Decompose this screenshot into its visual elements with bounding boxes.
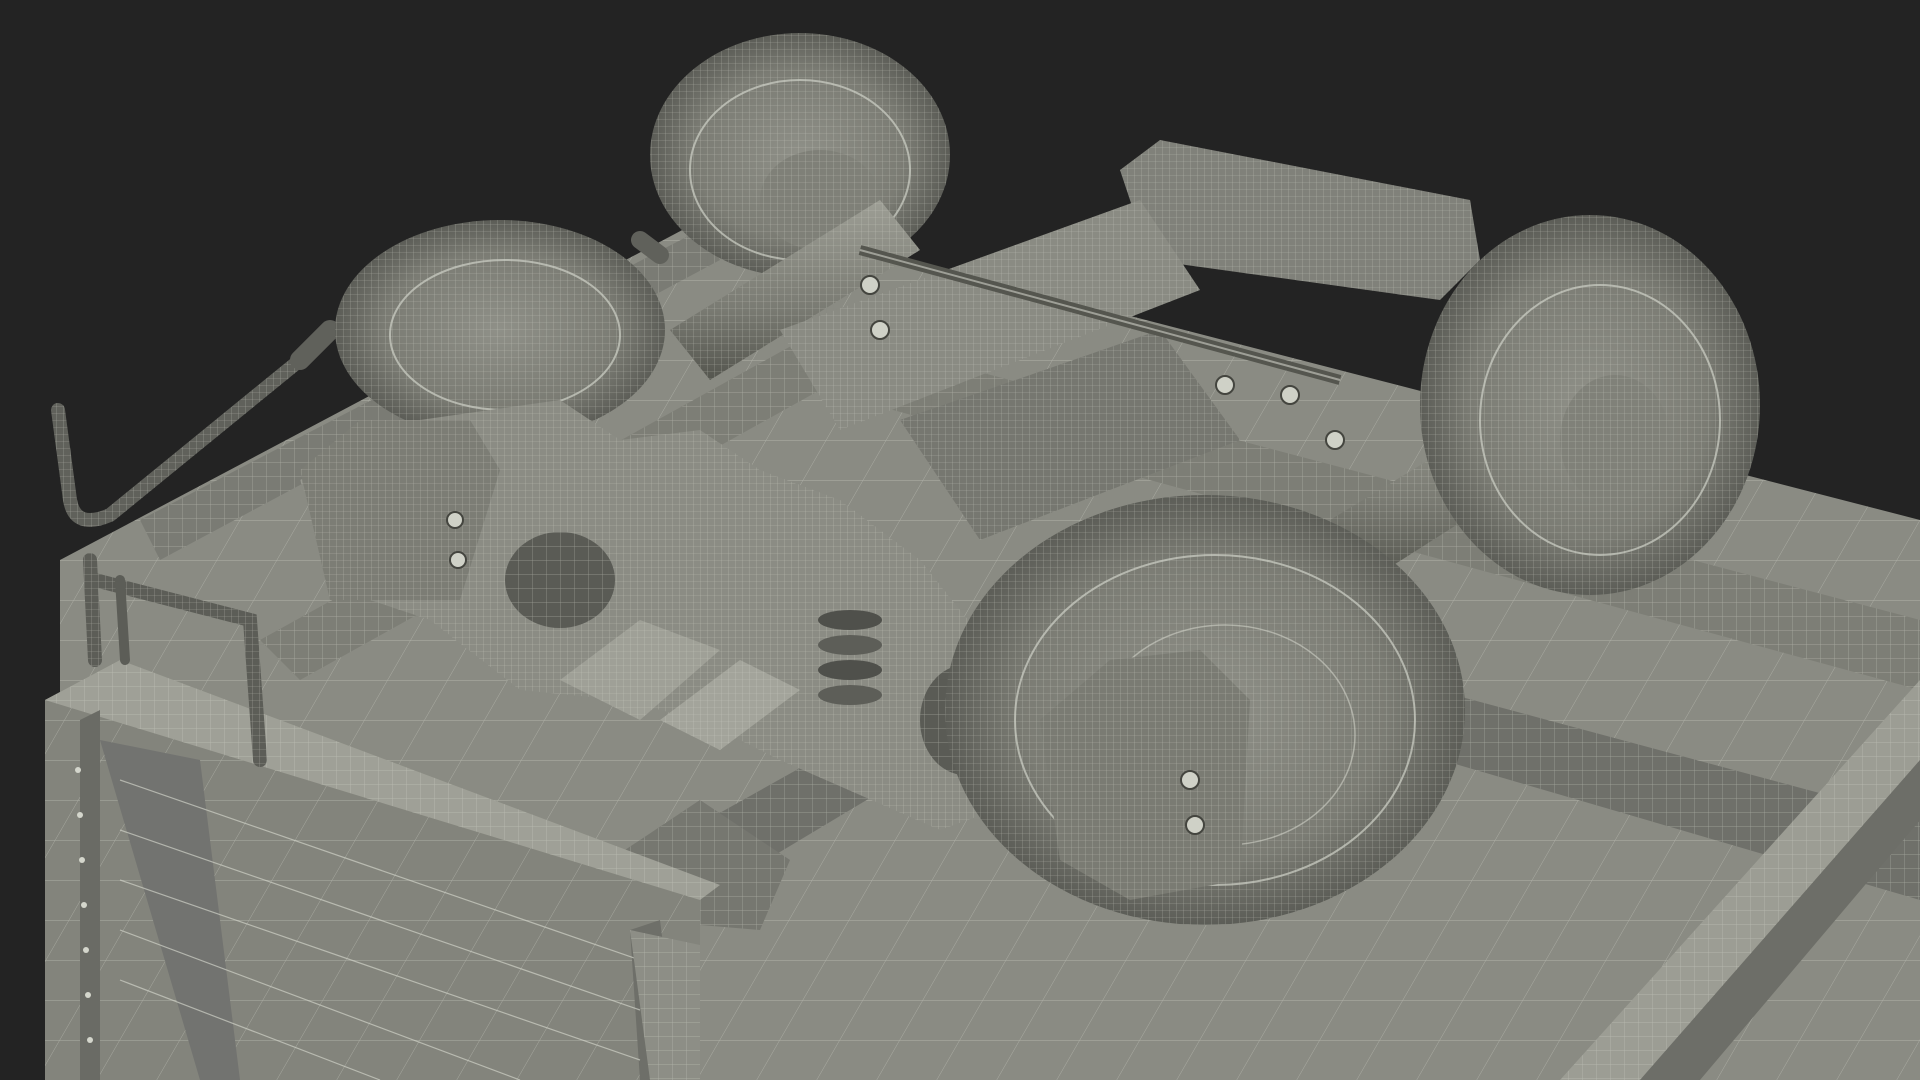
wheel-rear-right: [1420, 215, 1760, 595]
render-viewport: [0, 0, 1920, 1080]
wireframe-render: [45, 33, 1920, 1080]
wheel-front-left: [335, 220, 665, 440]
